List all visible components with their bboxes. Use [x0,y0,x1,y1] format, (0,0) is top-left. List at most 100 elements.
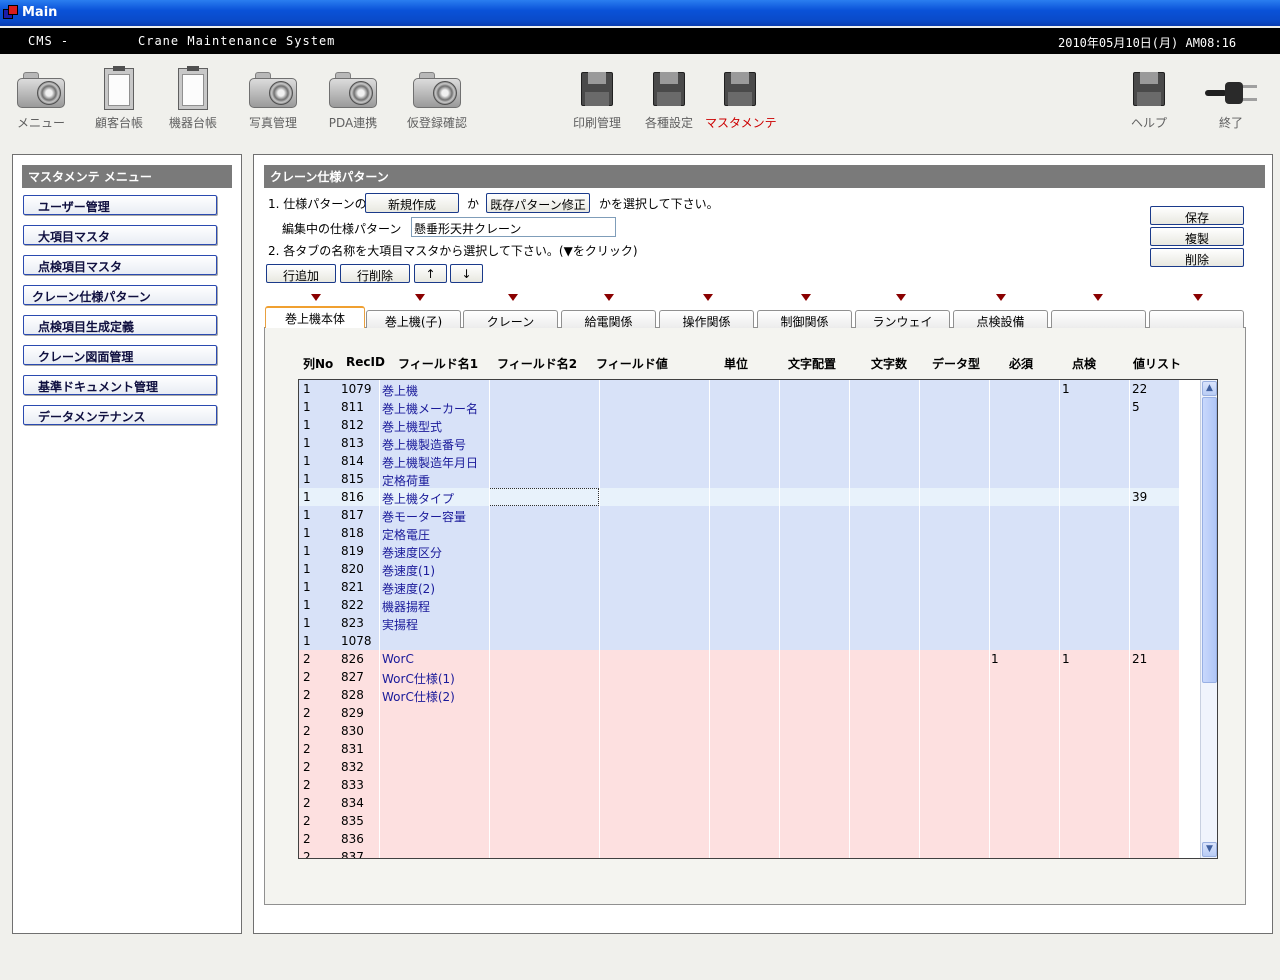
cell-value-list[interactable]: 5 [1132,398,1140,416]
cell-rec-id[interactable]: 815 [341,470,364,488]
table-row[interactable]: 1 815 定格荷重 [299,470,1179,488]
delete-row-button[interactable]: 行削除 [340,264,410,283]
cell-col-no[interactable]: 2 [303,722,311,740]
tab-crane[interactable]: クレーン [463,310,558,329]
table-row[interactable]: 1 819 巻速度区分 [299,542,1179,560]
cell-field-name-1[interactable]: 機器揚程 [382,596,430,614]
new-pattern-button[interactable]: 新規作成 [365,193,459,213]
menu-crane-spec-pattern[interactable]: クレーン仕様パターン [23,285,217,305]
table-row[interactable]: 2 833 [299,776,1179,794]
cell-col-no[interactable]: 2 [303,668,311,686]
table-row[interactable]: 2 837 [299,848,1179,858]
cell-rec-id[interactable]: 817 [341,506,364,524]
tab-dropdown-arrow-icon[interactable] [1093,294,1103,301]
cell-field-name-1[interactable]: WorC仕様(2) [382,686,455,704]
cell-col-no[interactable]: 1 [303,452,311,470]
cell-col-no[interactable]: 2 [303,830,311,848]
tab-dropdown-arrow-icon[interactable] [508,294,518,301]
table-row[interactable]: 1 816 巻上機タイプ 39 [299,488,1179,506]
grid-vertical-scrollbar[interactable]: ▲ ▼ [1200,380,1217,858]
tab-empty-9[interactable] [1051,310,1146,328]
cell-col-no[interactable]: 1 [303,614,311,632]
cell-field-name-1[interactable]: 巻上機型式 [382,416,442,434]
move-up-button[interactable]: ↑ [414,264,447,283]
cell-rec-id[interactable]: 816 [341,488,364,506]
temp-registration-button[interactable]: 仮登録確認 [402,68,472,131]
table-row[interactable]: 1 820 巻速度(1) [299,560,1179,578]
cell-rec-id[interactable]: 813 [341,434,364,452]
master-maintenance-button[interactable]: マスタメンテ [705,68,777,131]
table-row[interactable]: 1 811 巻上機メーカー名 5 [299,398,1179,416]
cell-rec-id[interactable]: 814 [341,452,364,470]
cell-rec-id[interactable]: 823 [341,614,364,632]
tab-dropdown-arrow-icon[interactable] [801,294,811,301]
cell-rec-id[interactable]: 835 [341,812,364,830]
cell-col-no[interactable]: 1 [303,578,311,596]
table-row[interactable]: 2 831 [299,740,1179,758]
move-down-button[interactable]: ↓ [450,264,483,283]
cell-rec-id[interactable]: 821 [341,578,364,596]
cell-col-no[interactable]: 1 [303,542,311,560]
cell-col-no[interactable]: 1 [303,470,311,488]
tab-hoist-body[interactable]: 巻上機本体 [265,306,365,328]
save-button[interactable]: 保存 [1150,206,1244,225]
table-row[interactable]: 2 826 WorC 1 1 21 [299,650,1179,668]
tab-dropdown-arrow-icon[interactable] [703,294,713,301]
cell-rec-id[interactable]: 820 [341,560,364,578]
cell-col-no[interactable]: 1 [303,416,311,434]
tab-inspection-equipment[interactable]: 点検設備 [953,310,1048,329]
cell-rec-id[interactable]: 818 [341,524,364,542]
cell-rec-id[interactable]: 826 [341,650,364,668]
cell-col-no[interactable]: 2 [303,812,311,830]
cell-rec-id[interactable]: 819 [341,542,364,560]
menu-data-maintenance[interactable]: データメンテナンス [23,405,217,425]
tab-dropdown-arrow-icon[interactable] [415,294,425,301]
delete-button[interactable]: 削除 [1150,248,1244,267]
scroll-down-icon[interactable]: ▼ [1202,842,1217,857]
cell-col-no[interactable]: 2 [303,650,311,668]
cell-col-no[interactable]: 1 [303,560,311,578]
table-row[interactable]: 2 834 [299,794,1179,812]
cell-field-name-1[interactable]: 定格電圧 [382,524,430,542]
tab-hoist-child[interactable]: 巻上機(子) [366,310,461,329]
table-row[interactable]: 2 829 [299,704,1179,722]
pda-link-button[interactable]: PDA連携 [318,68,388,131]
cell-rec-id[interactable]: 834 [341,794,364,812]
cell-col-no[interactable]: 2 [303,686,311,704]
table-row[interactable]: 1 814 巻上機製造年月日 [299,452,1179,470]
selected-cell-field-name-2[interactable] [489,488,599,506]
menu-button[interactable]: メニュー [6,68,76,131]
window-titlebar[interactable]: Main [0,0,1280,26]
menu-major-item-master[interactable]: 大項目マスタ [23,225,217,245]
cell-col-no[interactable]: 1 [303,434,311,452]
cell-inspection[interactable]: 1 [1062,380,1070,398]
table-row[interactable]: 1 817 巻モーター容量 [299,506,1179,524]
cell-col-no[interactable]: 1 [303,380,311,398]
cell-field-name-1[interactable]: 巻上機製造番号 [382,434,466,452]
table-row[interactable]: 1 1078 [299,632,1179,650]
cell-col-no[interactable]: 1 [303,506,311,524]
tab-dropdown-arrow-icon[interactable] [604,294,614,301]
cell-field-name-1[interactable]: 巻速度(1) [382,560,435,578]
tab-dropdown-arrow-icon[interactable] [896,294,906,301]
scroll-thumb[interactable] [1202,397,1217,683]
table-row[interactable]: 2 827 WorC仕様(1) [299,668,1179,686]
table-row[interactable]: 2 836 [299,830,1179,848]
cell-field-name-1[interactable]: 定格荷重 [382,470,430,488]
table-row[interactable]: 2 835 [299,812,1179,830]
cell-col-no[interactable]: 2 [303,758,311,776]
cell-field-name-1[interactable]: 巻速度(2) [382,578,435,596]
tab-dropdown-arrow-icon[interactable] [1193,294,1203,301]
cell-field-name-1[interactable]: 巻上機タイプ [382,488,454,506]
cell-rec-id[interactable]: 811 [341,398,364,416]
cell-col-no[interactable]: 2 [303,776,311,794]
menu-inspection-item-master[interactable]: 点検項目マスタ [23,255,217,275]
copy-button[interactable]: 複製 [1150,227,1244,246]
table-row[interactable]: 1 812 巻上機型式 [299,416,1179,434]
cell-col-no[interactable]: 2 [303,794,311,812]
exit-button[interactable]: 終了 [1196,68,1266,131]
cell-col-no[interactable]: 1 [303,488,311,506]
print-management-button[interactable]: 印刷管理 [562,68,632,131]
cell-rec-id[interactable]: 832 [341,758,364,776]
cell-col-no[interactable]: 1 [303,632,311,650]
